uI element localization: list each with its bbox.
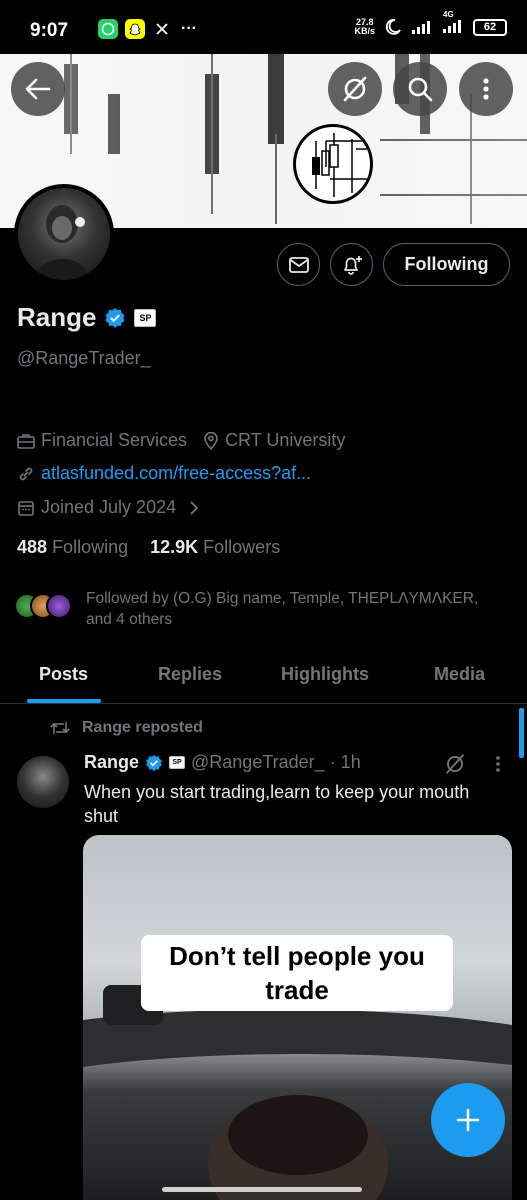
search-button[interactable] — [393, 62, 447, 116]
calendar-icon — [18, 500, 34, 516]
more-notifications-icon: ··· — [181, 20, 197, 37]
profile-website-row: atlasfunded.com/free-access?af... — [17, 463, 311, 484]
avatar-photo — [36, 205, 90, 280]
network-type: 4G — [443, 9, 454, 19]
profile-category: Financial Services — [41, 430, 188, 450]
repost-icon — [50, 722, 70, 734]
following-count-link[interactable]: 488 Following — [17, 537, 128, 558]
profile-handle: @RangeTrader_ — [17, 348, 151, 368]
more-vertical-icon — [483, 78, 489, 100]
profile-name: Range — [17, 302, 97, 332]
briefcase-icon — [17, 433, 35, 449]
signal-4g: 4G — [442, 10, 464, 36]
arrow-left-icon — [25, 78, 51, 100]
brand-logo — [293, 124, 373, 204]
candlestick-logo-icon — [312, 133, 370, 197]
grok-icon[interactable] — [444, 753, 466, 775]
signal-icon — [412, 21, 430, 34]
profile-meta-row: Financial Services CRT University — [17, 430, 345, 451]
tab-replies[interactable]: Replies — [158, 664, 222, 685]
tab-highlights[interactable]: Highlights — [281, 664, 369, 685]
media-caption-line: Don’t tell people you — [169, 941, 425, 971]
following-button[interactable]: Following — [383, 243, 510, 286]
profile-website-link[interactable]: atlasfunded.com/free-access?af... — [41, 463, 311, 484]
chevron-right-icon — [190, 500, 199, 515]
grok-icon — [343, 76, 367, 102]
post-author-name[interactable]: Range — [84, 752, 139, 773]
followed-by-text: Followed by (O.G) Big name, Temple, THEP… — [86, 590, 479, 628]
media-caption: Don’t tell people you trade — [141, 935, 453, 1011]
followers-count: 12.9K — [150, 537, 199, 557]
verified-badge-icon[interactable] — [104, 307, 126, 329]
post-handle-time: @RangeTrader_ · 1h — [191, 752, 361, 772]
followers-count-label: Followers — [203, 537, 281, 557]
search-icon — [408, 77, 433, 102]
signal-4g-icon — [443, 19, 461, 33]
repost-label: Range reposted — [82, 719, 203, 736]
compose-post-button[interactable] — [431, 1083, 505, 1157]
back-button[interactable] — [11, 62, 65, 116]
moon-icon — [385, 19, 401, 35]
tab-media[interactable]: Media — [434, 664, 485, 685]
repost-indicator[interactable]: Range reposted — [50, 719, 203, 737]
location-pin-icon — [204, 431, 218, 450]
battery-icon: 62 — [473, 18, 507, 36]
media-caption-line: trade — [265, 975, 329, 1005]
envelope-icon — [288, 256, 309, 273]
x-icon — [152, 19, 172, 39]
post-more-icon[interactable] — [495, 755, 501, 773]
profile-joined: Joined July 2024 — [41, 497, 177, 517]
follow-counts: 488 Following 12.9K Followers — [17, 537, 280, 558]
profile-location: CRT University — [225, 430, 346, 450]
post-author-avatar[interactable] — [17, 756, 69, 808]
message-button[interactable] — [277, 243, 320, 286]
affiliate-badge[interactable]: SP — [134, 308, 157, 327]
whatsapp-icon — [98, 19, 118, 39]
verified-badge-icon — [146, 754, 162, 771]
network-speed-unit: KB/s — [354, 26, 375, 36]
status-right: 27.8 KB/s 4G 62 — [354, 10, 507, 36]
profile-avatar[interactable] — [14, 184, 114, 284]
network-speed: 27.8 KB/s — [354, 18, 375, 36]
notification-icons: ··· — [98, 19, 197, 39]
status-bar: 9:07 ··· 27.8 KB/s 4G 62 — [0, 0, 527, 54]
profile-joined-row[interactable]: Joined July 2024 — [17, 497, 200, 518]
profile-name-row: Range SP — [17, 302, 157, 333]
status-time: 9:07 — [30, 20, 69, 41]
profile-tabs: Posts Replies Highlights Media — [0, 648, 527, 704]
more-options-button[interactable] — [459, 62, 513, 116]
following-count: 488 — [17, 537, 48, 557]
following-count-label: Following — [52, 537, 129, 557]
followed-by-row[interactable]: Followed by (O.G) Big name, Temple, THEP… — [14, 588, 506, 630]
grok-button[interactable] — [328, 62, 382, 116]
followers-count-link[interactable]: 12.9K Followers — [150, 537, 280, 558]
followed-by-avatars — [14, 588, 74, 624]
battery-level: 62 — [483, 21, 497, 33]
follower-avatar — [46, 593, 72, 619]
snapchat-icon — [125, 19, 145, 39]
bell-plus-icon — [343, 255, 362, 275]
link-icon — [19, 467, 33, 480]
gesture-home-bar[interactable] — [162, 1187, 362, 1192]
plus-icon — [456, 1108, 480, 1132]
post-text: When you start trading,learn to keep you… — [84, 782, 470, 826]
tab-posts[interactable]: Posts — [39, 664, 88, 685]
notifications-subscribe-button[interactable] — [330, 243, 373, 286]
active-tab-indicator — [27, 699, 101, 703]
affiliate-badge: SP — [169, 756, 186, 769]
scrollbar[interactable] — [519, 708, 524, 758]
post-header: Range SP @RangeTrader_ · 1h — [84, 752, 361, 773]
